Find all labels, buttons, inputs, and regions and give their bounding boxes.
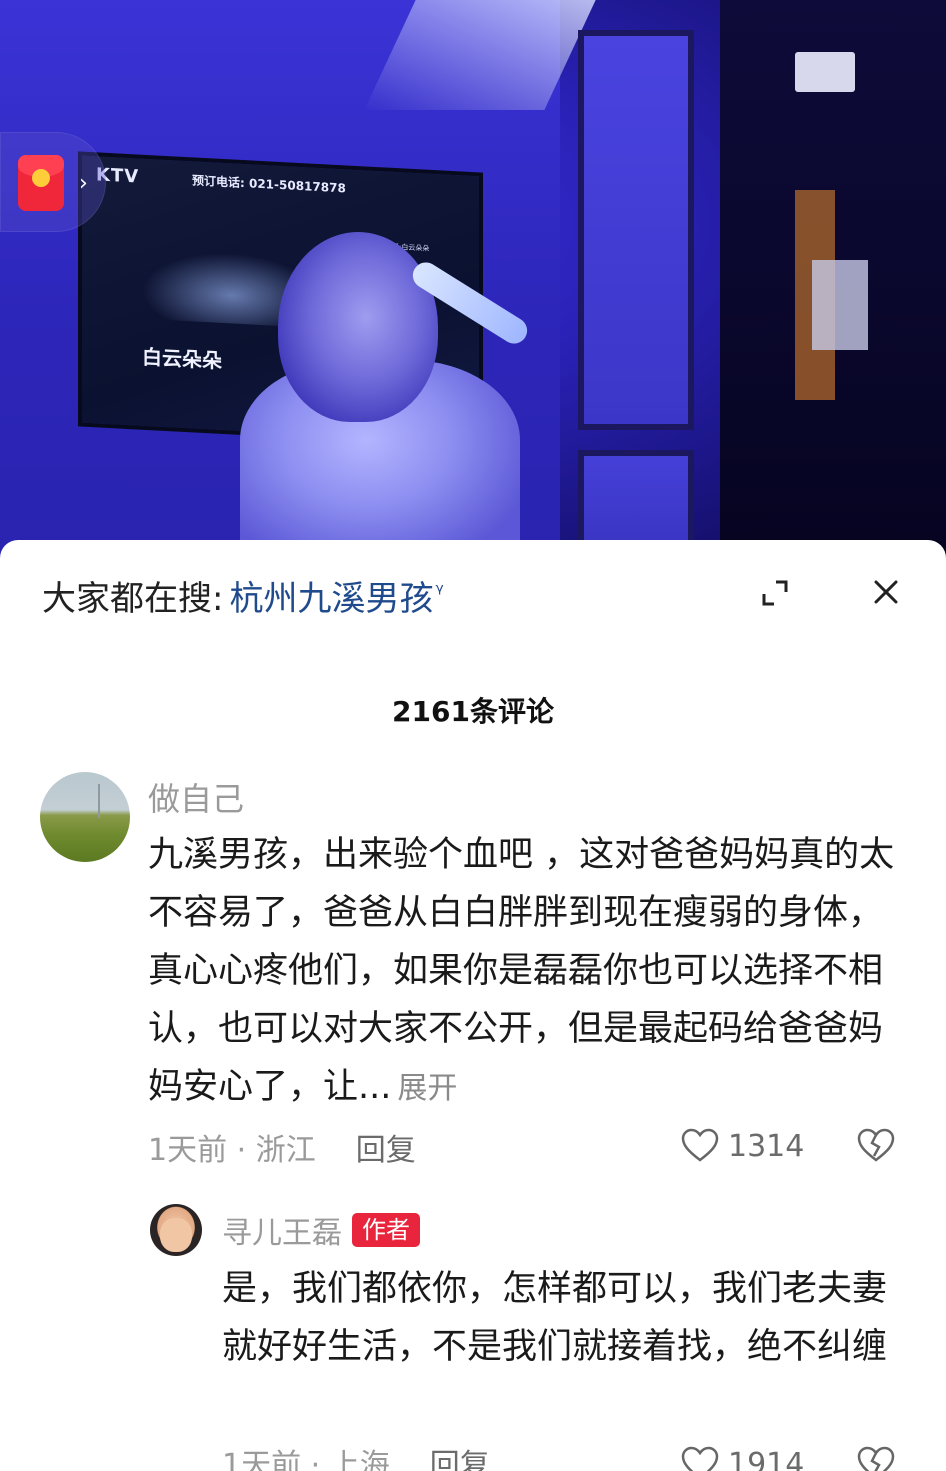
tv-song-title: 白云朵朵 — [142, 344, 222, 373]
comment-body: 九溪男孩，出来验个血吧 ，这对爸爸妈妈真的太不容易了，爸爸从白白胖胖到现在瘦弱的… — [148, 835, 895, 1107]
avatar-pole — [98, 784, 100, 818]
comment-text: 九溪男孩，出来验个血吧 ，这对爸爸妈妈真的太不容易了，爸爸从白白胖胖到现在瘦弱的… — [148, 826, 908, 1118]
reply-username[interactable]: 寻儿王磊 — [222, 1208, 342, 1252]
heart-icon — [681, 1446, 719, 1471]
search-prefix: 大家都在搜: — [42, 578, 224, 619]
reply-meta: 1天前 · 上海 回复 — [222, 1440, 490, 1471]
avatar-face — [160, 1218, 192, 1252]
like-count: 1314 — [728, 1128, 805, 1164]
comment-count: 2161条评论 — [392, 695, 554, 728]
comment-username[interactable]: 做自己 — [148, 774, 244, 820]
door-panel — [578, 30, 694, 430]
reply-avatar[interactable] — [150, 1204, 202, 1256]
reply-header: 寻儿王磊 作者 — [222, 1208, 420, 1252]
singer-head — [278, 232, 438, 422]
red-packet-coin — [32, 169, 50, 187]
wall-unit — [795, 52, 855, 92]
search-term-link[interactable]: 杭州九溪男孩 — [229, 571, 433, 620]
red-packet-floater[interactable]: › — [0, 132, 106, 232]
reply-text: 是，我们都依你，怎样都可以，我们老夫妻就好好生活，不是我们就接着找，绝不纠缠 — [222, 1269, 888, 1367]
wall-sign — [812, 260, 868, 350]
heart-icon — [681, 1128, 719, 1162]
video-player[interactable]: KTV 预订电话: 021-50817878 在播:白云朵朵 白云朵朵 › — [0, 0, 946, 560]
comment-time-location: 1天前 · 浙江 — [148, 1133, 316, 1168]
expand-icon[interactable] — [760, 578, 790, 608]
trending-search-bar[interactable]: 大家都在搜: 杭州九溪男孩 ᵧ — [42, 570, 444, 620]
red-packet-icon[interactable] — [18, 155, 64, 211]
reply-like-button[interactable]: 1914 — [680, 1444, 804, 1471]
broken-heart-icon[interactable] — [856, 1444, 896, 1471]
tv-phone: 预订电话: 021-50817878 — [192, 173, 346, 196]
reply-like-count: 1914 — [728, 1446, 805, 1471]
broken-heart-icon[interactable] — [856, 1126, 896, 1166]
reply-button[interactable]: 回复 — [356, 1125, 416, 1169]
reply-reply-button[interactable]: 回复 — [430, 1440, 490, 1471]
avatar[interactable] — [40, 772, 130, 862]
author-badge: 作者 — [352, 1213, 420, 1247]
reply-time-location: 1天前 · 上海 — [222, 1448, 390, 1471]
search-icon: ᵧ — [435, 572, 444, 598]
comments-panel: 大家都在搜: 杭州九溪男孩 ᵧ 2161条评论 做自己 九溪男孩，出来验个血吧 … — [0, 540, 946, 1471]
chevron-right-icon: › — [79, 171, 88, 196]
like-button[interactable]: 1314 — [680, 1126, 804, 1166]
close-icon[interactable] — [870, 576, 902, 608]
expand-link[interactable]: 展开 — [397, 1071, 457, 1106]
